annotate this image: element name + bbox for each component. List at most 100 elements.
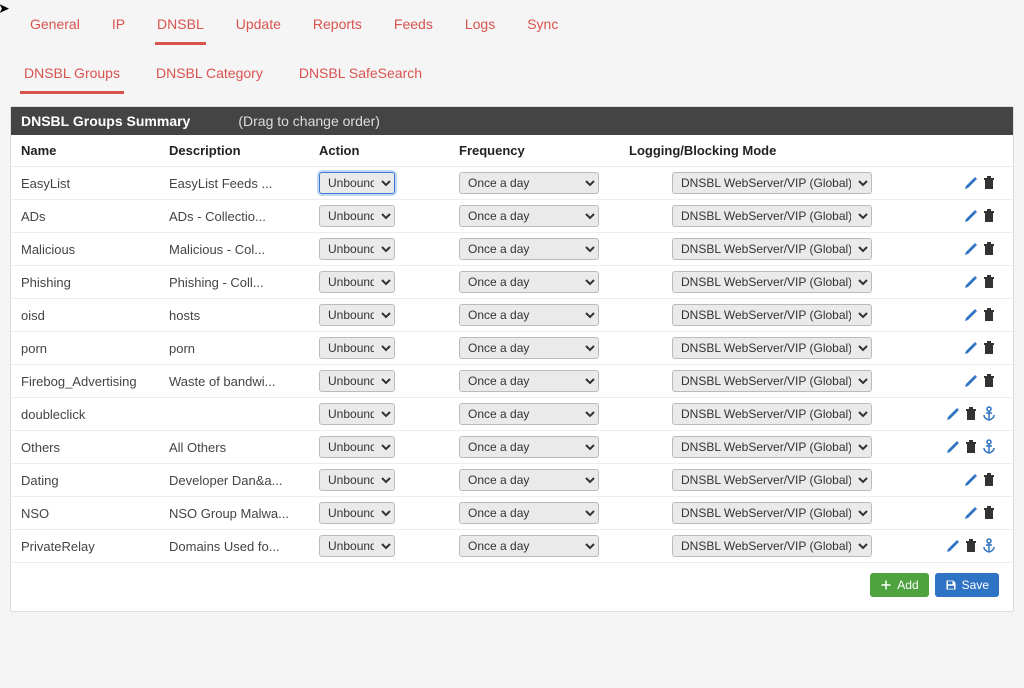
delete-icon[interactable]: [963, 538, 979, 554]
frequency-select[interactable]: Once a day: [459, 370, 599, 392]
table-row[interactable]: doubleclickUnboundOnce a dayDNSBL WebSer…: [11, 398, 1013, 431]
col-name: Name: [11, 135, 161, 167]
edit-icon[interactable]: [963, 274, 979, 290]
tab-ip[interactable]: IP: [110, 10, 127, 45]
action-select[interactable]: Unbound: [319, 436, 395, 458]
table-row[interactable]: pornpornUnboundOnce a dayDNSBL WebServer…: [11, 332, 1013, 365]
frequency-select[interactable]: Once a day: [459, 469, 599, 491]
delete-icon[interactable]: [981, 208, 997, 224]
anchor-icon[interactable]: [981, 406, 997, 422]
table-row[interactable]: oisdhostsUnboundOnce a dayDNSBL WebServe…: [11, 299, 1013, 332]
mode-select[interactable]: DNSBL WebServer/VIP (Global): [672, 436, 872, 458]
cell-description: Phishing - Coll...: [161, 266, 311, 299]
mode-select[interactable]: DNSBL WebServer/VIP (Global): [672, 535, 872, 557]
cell-name: ADs: [11, 200, 161, 233]
action-select[interactable]: Unbound: [319, 469, 395, 491]
delete-icon[interactable]: [981, 307, 997, 323]
edit-icon[interactable]: [963, 373, 979, 389]
delete-icon[interactable]: [981, 241, 997, 257]
anchor-icon[interactable]: [981, 439, 997, 455]
subtab-dnsbl-safesearch[interactable]: DNSBL SafeSearch: [295, 59, 426, 94]
frequency-select[interactable]: Once a day: [459, 304, 599, 326]
action-select[interactable]: Unbound: [319, 403, 395, 425]
edit-icon[interactable]: [945, 538, 961, 554]
delete-icon[interactable]: [981, 505, 997, 521]
mode-select[interactable]: DNSBL WebServer/VIP (Global): [672, 304, 872, 326]
table-row[interactable]: ADsADs - Collectio...UnboundOnce a dayDN…: [11, 200, 1013, 233]
action-select[interactable]: Unbound: [319, 535, 395, 557]
edit-icon[interactable]: [945, 439, 961, 455]
subtab-dnsbl-category[interactable]: DNSBL Category: [152, 59, 267, 94]
delete-icon[interactable]: [981, 274, 997, 290]
anchor-icon[interactable]: [981, 538, 997, 554]
cell-name: oisd: [11, 299, 161, 332]
cell-description: NSO Group Malwa...: [161, 497, 311, 530]
action-select[interactable]: Unbound: [319, 502, 395, 524]
action-select[interactable]: Unbound: [319, 370, 395, 392]
table-row[interactable]: PhishingPhishing - Coll...UnboundOnce a …: [11, 266, 1013, 299]
delete-icon[interactable]: [981, 373, 997, 389]
mode-select[interactable]: DNSBL WebServer/VIP (Global): [672, 205, 872, 227]
cell-actions: [923, 200, 1013, 233]
mode-select[interactable]: DNSBL WebServer/VIP (Global): [672, 370, 872, 392]
frequency-select[interactable]: Once a day: [459, 403, 599, 425]
edit-icon[interactable]: [963, 340, 979, 356]
col-mode: Logging/Blocking Mode: [621, 135, 923, 167]
table-row[interactable]: NSONSO Group Malwa...UnboundOnce a dayDN…: [11, 497, 1013, 530]
delete-icon[interactable]: [981, 175, 997, 191]
table-row[interactable]: MaliciousMalicious - Col...UnboundOnce a…: [11, 233, 1013, 266]
frequency-select[interactable]: Once a day: [459, 205, 599, 227]
action-select[interactable]: Unbound: [319, 271, 395, 293]
tab-logs[interactable]: Logs: [463, 10, 497, 45]
frequency-select[interactable]: Once a day: [459, 337, 599, 359]
delete-icon[interactable]: [963, 439, 979, 455]
table-row[interactable]: PrivateRelayDomains Used fo...UnboundOnc…: [11, 530, 1013, 563]
panel-hint: (Drag to change order): [238, 113, 380, 129]
action-select[interactable]: Unbound: [319, 205, 395, 227]
mode-select[interactable]: DNSBL WebServer/VIP (Global): [672, 337, 872, 359]
add-button[interactable]: Add: [870, 573, 928, 597]
cell-name: Others: [11, 431, 161, 464]
edit-icon[interactable]: [945, 406, 961, 422]
edit-icon[interactable]: [963, 307, 979, 323]
tab-feeds[interactable]: Feeds: [392, 10, 435, 45]
tab-sync[interactable]: Sync: [525, 10, 560, 45]
edit-icon[interactable]: [963, 208, 979, 224]
frequency-select[interactable]: Once a day: [459, 535, 599, 557]
save-button[interactable]: Save: [935, 573, 999, 597]
frequency-select[interactable]: Once a day: [459, 271, 599, 293]
mode-select[interactable]: DNSBL WebServer/VIP (Global): [672, 469, 872, 491]
mode-select[interactable]: DNSBL WebServer/VIP (Global): [672, 172, 872, 194]
tab-general[interactable]: General: [28, 10, 82, 45]
delete-icon[interactable]: [981, 340, 997, 356]
frequency-select[interactable]: Once a day: [459, 172, 599, 194]
table-row[interactable]: Firebog_AdvertisingWaste of bandwi...Unb…: [11, 365, 1013, 398]
frequency-select[interactable]: Once a day: [459, 238, 599, 260]
edit-icon[interactable]: [963, 175, 979, 191]
table-row[interactable]: OthersAll Others Unbound Once a day DNSBL W…: [11, 431, 1013, 464]
mode-select[interactable]: DNSBL WebServer/VIP (Global): [672, 403, 872, 425]
edit-icon[interactable]: [963, 241, 979, 257]
cell-name: PrivateRelay: [11, 530, 161, 563]
edit-icon[interactable]: [963, 505, 979, 521]
cell-description: All Others: [161, 431, 311, 464]
subtab-dnsbl-groups[interactable]: DNSBL Groups: [20, 59, 124, 94]
mode-select[interactable]: DNSBL WebServer/VIP (Global): [672, 502, 872, 524]
action-select[interactable]: Unbound: [319, 238, 395, 260]
delete-icon[interactable]: [963, 406, 979, 422]
frequency-select[interactable]: Once a day: [459, 502, 599, 524]
frequency-select[interactable]: Once a day: [459, 436, 599, 458]
table-row[interactable]: DatingDeveloper Dan&a...UnboundOnce a da…: [11, 464, 1013, 497]
delete-icon[interactable]: [981, 472, 997, 488]
action-select[interactable]: Unbound: [319, 337, 395, 359]
mode-select[interactable]: DNSBL WebServer/VIP (Global): [672, 238, 872, 260]
tab-reports[interactable]: Reports: [311, 10, 364, 45]
tab-update[interactable]: Update: [234, 10, 283, 45]
table-row[interactable]: EasyListEasyList Feeds ...UnboundOnce a …: [11, 167, 1013, 200]
mode-select[interactable]: DNSBL WebServer/VIP (Global): [672, 271, 872, 293]
cell-name: Malicious: [11, 233, 161, 266]
action-select[interactable]: Unbound: [319, 304, 395, 326]
edit-icon[interactable]: [963, 472, 979, 488]
action-select[interactable]: Unbound: [319, 172, 395, 194]
tab-dnsbl[interactable]: DNSBL: [155, 10, 206, 45]
